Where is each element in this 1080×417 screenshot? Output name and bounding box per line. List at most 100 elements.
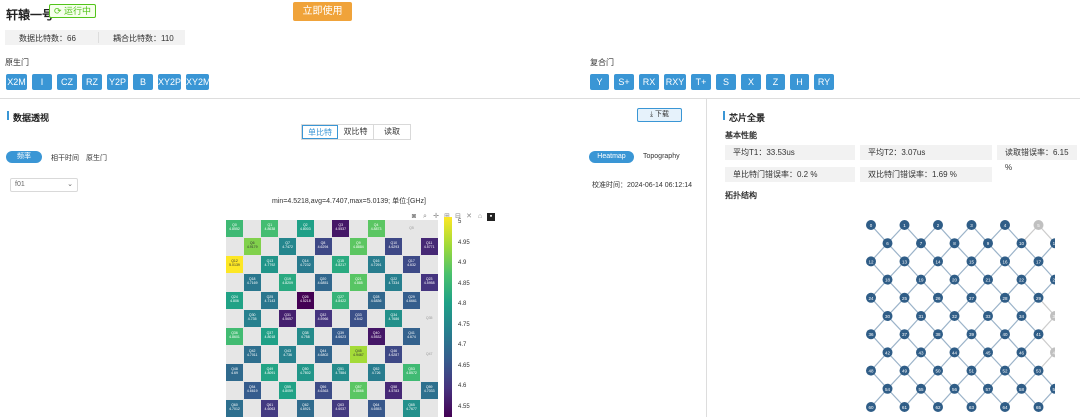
qubit-node-31[interactable]: 31 [916,311,926,321]
qubit-node-21[interactable]: 21 [983,274,993,285]
tab-single-qubit[interactable]: 单比特 [302,125,338,139]
heatmap-cell-q33[interactable]: Q33 4.642 [349,310,367,327]
qubit-node-44[interactable]: 44 [949,347,960,358]
view-heatmap-button[interactable]: Heatmap [589,151,634,163]
heatmap-cell-q24[interactable]: Q24 4.806 [226,292,243,309]
gate-y[interactable]: Y [590,74,609,90]
heatmap-cell-q32[interactable]: Q32 4.5966 [314,310,332,327]
qubit-node-51[interactable]: 51 [966,365,977,376]
heatmap-cell-q9[interactable]: Q9 4.8884 [349,238,367,255]
gate-rz[interactable]: RZ [82,74,102,90]
heatmap-cell-q52[interactable]: Q52 4.726 [367,364,385,381]
heatmap-cell-q19[interactable]: Q19 4.8209 [279,274,297,291]
heatmap-cell-q28[interactable]: Q28 4.6836 [367,292,385,309]
heatmap-cell-q44[interactable]: Q44 4.6802 [314,346,332,363]
qubit-node-37[interactable]: 37 [899,329,910,340]
qubit-node-54[interactable]: 54 [882,383,893,394]
heatmap-cell-q26[interactable]: Q26 4.5218 [296,292,314,309]
gate-cz[interactable]: CZ [57,74,77,90]
heatmap-cell-q60[interactable]: Q60 4.7012 [226,400,243,417]
heatmap-cell-q43[interactable]: Q43 4.736 [279,346,297,363]
heatmap-cell-q12[interactable]: Q12 5.0139 [226,256,243,273]
heatmap-cell-q0[interactable]: Q0 4.8552 [226,220,243,237]
heatmap-cell-q49[interactable]: Q49 4.8091 [261,364,279,381]
autoscale-icon[interactable]: ✕ [465,213,473,221]
qubit-node-10[interactable]: 10 [1016,238,1027,249]
heatmap-cell-q39[interactable]: Q39 4.6623 [332,328,350,345]
qubit-node-23[interactable]: 23 [1050,274,1055,285]
qubit-node-53[interactable]: 53 [1033,365,1044,376]
qubit-node-60[interactable]: 60 [866,402,876,412]
heatmap-cell-q4[interactable]: Q4 4.8873 [367,220,385,237]
qubit-node-14[interactable]: 14 [933,256,943,267]
heatmap-cell-q29[interactable]: Q29 4.6661 [403,292,420,309]
heatmap-cell-q65[interactable]: Q65 4.7677 [403,400,420,417]
qubit-node-24[interactable]: 24 [866,292,876,303]
qubit-node-55[interactable]: 55 [916,383,926,394]
gate-ry[interactable]: RY [814,74,834,90]
heatmap-cell-q1[interactable]: Q1 4.8638 [261,220,279,237]
use-now-button[interactable]: 立即使用 [293,2,352,21]
heatmap-cell-q62[interactable]: Q62 4.6921 [296,400,314,417]
heatmap-cell-q11[interactable]: Q11 4.5771 [420,238,438,255]
heatmap-cell-q7[interactable]: Q7 4.7472 [279,238,297,255]
subtab-coherence[interactable]: 相干时间 [51,153,79,163]
gate-t-plus[interactable]: T+ [691,74,711,90]
heatmap-cell-q6[interactable]: Q6 4.9179 [243,238,261,255]
heatmap-cell-q22[interactable]: Q22 4.7334 [385,274,403,291]
gate-z[interactable]: Z [766,74,785,90]
heatmap-cell-q58[interactable]: Q58 4.5783 [385,382,403,399]
qubit-node-35[interactable]: 35 [1050,311,1055,321]
qubit-node-64[interactable]: 64 [1000,402,1010,412]
gate-y2p[interactable]: Y2P [107,74,128,90]
qubit-node-39[interactable]: 39 [966,329,977,340]
qubit-node-38[interactable]: 38 [933,329,943,340]
qubit-node-12[interactable]: 12 [866,256,876,267]
heatmap-cell-q37[interactable]: Q37 4.8018 [261,328,279,345]
heatmap-cell-q46[interactable]: Q46 4.6287 [385,346,403,363]
qubit-node-16[interactable]: 16 [1000,256,1010,267]
qubit-node-1[interactable]: 1 [899,220,910,230]
home-icon[interactable]: ⌂ [476,213,484,221]
subtab-native-gate[interactable]: 原生门 [86,153,107,163]
heatmap-cell-q30[interactable]: Q30 4.735 [243,310,261,327]
qubit-node-0[interactable]: 0 [866,220,876,230]
heatmap-cell-q45[interactable]: Q45 4.9467 [349,346,367,363]
qubit-node-52[interactable]: 52 [1000,365,1010,376]
heatmap-cell-q3[interactable]: Q3 4.5537 [332,220,350,237]
qubit-node-42[interactable]: 42 [882,347,893,358]
qubit-node-5[interactable]: 5 [1033,220,1044,230]
heatmap-cell-q42[interactable]: Q42 4.7011 [243,346,261,363]
heatmap-cell-q61[interactable]: Q61 4.6063 [261,400,279,417]
qubit-node-50[interactable]: 50 [933,365,943,376]
gate-s-plus[interactable]: S+ [614,74,634,90]
qubit-node-29[interactable]: 29 [1033,292,1044,303]
qubit-node-3[interactable]: 3 [966,220,977,230]
qubit-node-13[interactable]: 13 [899,256,910,267]
heatmap-cell-q31[interactable]: Q31 4.5657 [279,310,297,327]
qubit-node-18[interactable]: 18 [882,274,893,285]
qubit-node-63[interactable]: 63 [966,402,977,412]
qubit-node-46[interactable]: 46 [1016,347,1027,358]
tab-readout[interactable]: 读取 [374,125,410,139]
metric-select[interactable]: f01 ⌄ [10,178,78,192]
qubit-node-30[interactable]: 30 [882,311,893,321]
qubit-node-8[interactable]: 8 [949,238,960,249]
heatmap-cell-q38[interactable]: Q38 4.758 [296,328,314,345]
heatmap-cell-q35[interactable]: Q35 [421,310,438,327]
qubit-node-34[interactable]: 34 [1016,311,1027,321]
heatmap-cell-q34[interactable]: Q34 4.7686 [385,310,403,327]
qubit-node-9[interactable]: 9 [983,238,993,249]
qubit-node-6[interactable]: 6 [882,238,893,249]
gate-s[interactable]: S [716,74,736,90]
heatmap-cell-q56[interactable]: Q56 4.6363 [314,382,332,399]
qubit-node-17[interactable]: 17 [1033,256,1044,267]
heatmap-cell-q53[interactable]: Q53 4.8572 [403,364,420,381]
qubit-node-61[interactable]: 61 [899,402,910,412]
gate-b[interactable]: B [133,74,153,90]
gate-x[interactable]: X [741,74,761,90]
gate-h[interactable]: H [790,74,809,90]
heatmap-cell-q18[interactable]: Q18 4.7169 [243,274,261,291]
gate-rxy[interactable]: RXY [664,74,686,90]
heatmap-cell-q14[interactable]: Q14 4.7232 [296,256,314,273]
